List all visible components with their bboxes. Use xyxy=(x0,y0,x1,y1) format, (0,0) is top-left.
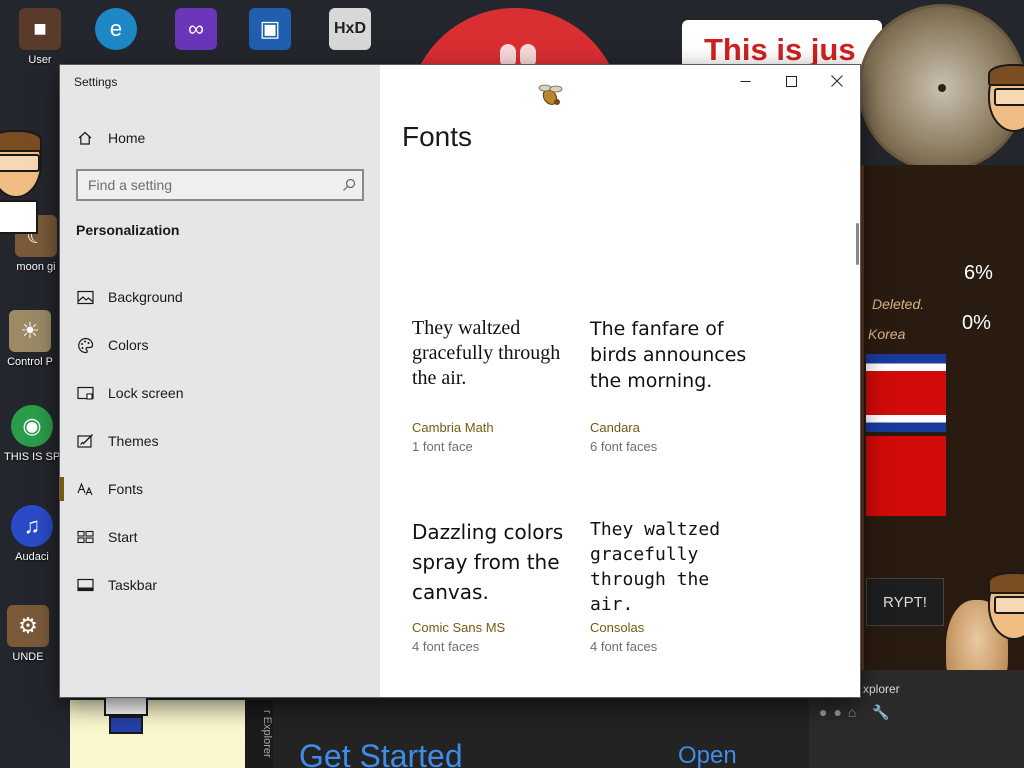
percent-text-1: 6% xyxy=(964,262,993,284)
decrypt-button[interactable]: RYPT! xyxy=(866,578,944,626)
control-panel-icon: ☀ xyxy=(9,310,51,352)
search-icon[interactable] xyxy=(336,178,362,192)
font-sample: The fanfare of birds announces the morni… xyxy=(590,318,747,392)
desktop-icon-control-panel[interactable]: ☀ Control P xyxy=(2,310,58,368)
virtualbox-icon: ▣ xyxy=(249,8,291,50)
font-name[interactable]: Comic Sans MS xyxy=(412,620,505,635)
desktop-icon-hxd[interactable]: HxD xyxy=(322,8,378,54)
cartoon-character-right-bottom xyxy=(988,572,1024,640)
sidebar-item-themes[interactable]: Themes xyxy=(60,417,380,465)
edge-icon: e xyxy=(95,8,137,50)
settings-sidebar: Settings Home Personalization Background xyxy=(60,65,380,697)
sidebar-item-label: Lock screen xyxy=(108,385,184,401)
open-link[interactable]: Open xyxy=(678,742,737,768)
sidebar-item-colors[interactable]: Colors xyxy=(60,321,380,369)
desktop-icon-chrome[interactable]: ◉ THIS IS SPYWA xyxy=(4,405,60,463)
taskbar-icon xyxy=(76,578,94,592)
font-face-count: 6 font faces xyxy=(590,439,658,454)
font-card-candara[interactable]: The fanfare of birds announces the morni… xyxy=(590,316,760,454)
start-icon xyxy=(76,530,94,544)
user-folder-icon: ■ xyxy=(19,8,61,50)
sidebar-item-fonts[interactable]: Fonts xyxy=(60,465,380,513)
font-card-comic-sans-ms[interactable]: Dazzling colors spray from the canvas. C… xyxy=(412,517,582,654)
sidebar-item-label: Themes xyxy=(108,433,159,449)
sidebar-item-label: Fonts xyxy=(108,481,144,497)
search-box[interactable] xyxy=(76,169,364,201)
desktop-icon-unde[interactable]: ⚙ UNDE xyxy=(0,605,56,663)
desktop-icon-virtualbox[interactable]: ▣ xyxy=(242,8,298,54)
sidebar-item-label: Start xyxy=(108,529,138,545)
gear-icon: ⚙ xyxy=(7,605,49,647)
maximize-button[interactable] xyxy=(768,65,814,97)
font-name[interactable]: Cambria Math xyxy=(412,420,494,435)
desktop-icon-audacity[interactable]: ♫ Audaci xyxy=(4,505,60,563)
sidebar-item-start[interactable]: Start xyxy=(60,513,380,561)
home-nav-item[interactable]: Home xyxy=(76,125,145,151)
fonts-icon xyxy=(76,481,94,497)
hxd-icon: HxD xyxy=(329,8,371,50)
wrench-icon[interactable]: ●●⌂ 🔧 xyxy=(819,704,896,721)
lock-screen-icon xyxy=(76,386,94,401)
steampunk-bee-icon xyxy=(538,84,563,105)
font-name[interactable]: Candara xyxy=(590,420,640,435)
font-name[interactable]: Consolas xyxy=(590,620,644,635)
get-started-text: Get Started xyxy=(299,738,463,768)
desktop-icon-edge[interactable]: e xyxy=(88,8,144,54)
cartoon-character-left xyxy=(0,130,42,234)
close-button[interactable] xyxy=(814,65,860,97)
korea-text: Korea xyxy=(868,326,906,342)
flag-image xyxy=(866,354,946,432)
sidebar-item-taskbar[interactable]: Taskbar xyxy=(60,561,380,609)
background-app-window: Get Started Open xyxy=(273,700,809,768)
page-title: Fonts xyxy=(402,121,473,152)
deleted-text: Deleted. xyxy=(872,296,925,312)
font-card-cambria-math[interactable]: They waltzed gracefully through the air.… xyxy=(412,316,582,454)
sidebar-item-lock-screen[interactable]: Lock screen xyxy=(60,369,380,417)
visual-studio-icon: ∞ xyxy=(175,8,217,50)
settings-window: Settings Home Personalization Background xyxy=(60,65,860,697)
cartoon-character-right-top xyxy=(988,64,1024,132)
section-title: Personalization xyxy=(76,222,180,238)
red-block xyxy=(866,436,946,516)
explorer-label: xplorer xyxy=(863,682,900,696)
yellow-area xyxy=(70,700,245,768)
minimize-icon xyxy=(740,80,750,82)
font-face-count: 1 font face xyxy=(412,439,473,454)
themes-icon xyxy=(76,433,94,449)
maximize-icon xyxy=(785,75,797,87)
explorer-strip: r Explorer xyxy=(245,700,273,768)
audacity-icon: ♫ xyxy=(11,505,53,547)
desktop-icon-user[interactable]: ■ User xyxy=(12,8,68,66)
font-face-count: 4 font faces xyxy=(412,639,480,654)
sidebar-item-label: Taskbar xyxy=(108,577,158,593)
palette-icon xyxy=(76,337,94,354)
window-title: Settings xyxy=(74,75,118,89)
chrome-icon: ◉ xyxy=(11,405,53,447)
picture-icon xyxy=(76,290,94,305)
font-sample: They waltzed gracefully through the air. xyxy=(590,519,721,615)
percent-text-2: 0% xyxy=(962,312,991,334)
font-face-count: 4 font faces xyxy=(590,639,658,654)
settings-content: Fonts They waltzed gracefully through th… xyxy=(380,65,860,697)
font-sample: They waltzed gracefully through the air. xyxy=(412,317,561,389)
font-card-consolas[interactable]: They waltzed gracefully through the air.… xyxy=(590,517,760,654)
sidebar-item-label: Colors xyxy=(108,337,149,353)
personalization-nav: Background Colors Lock screen Themes Fon… xyxy=(60,273,380,609)
search-input[interactable] xyxy=(78,176,336,194)
home-icon xyxy=(76,130,94,146)
home-label: Home xyxy=(108,130,146,146)
sidebar-item-background[interactable]: Background xyxy=(60,273,380,321)
sidebar-item-label: Background xyxy=(108,289,183,305)
minimize-button[interactable] xyxy=(722,65,768,97)
font-sample: Dazzling colors spray from the canvas. xyxy=(412,520,564,604)
scrollbar-thumb[interactable] xyxy=(856,223,859,265)
desktop-icon-visual-studio[interactable]: ∞ xyxy=(168,8,224,54)
close-icon xyxy=(831,75,843,87)
